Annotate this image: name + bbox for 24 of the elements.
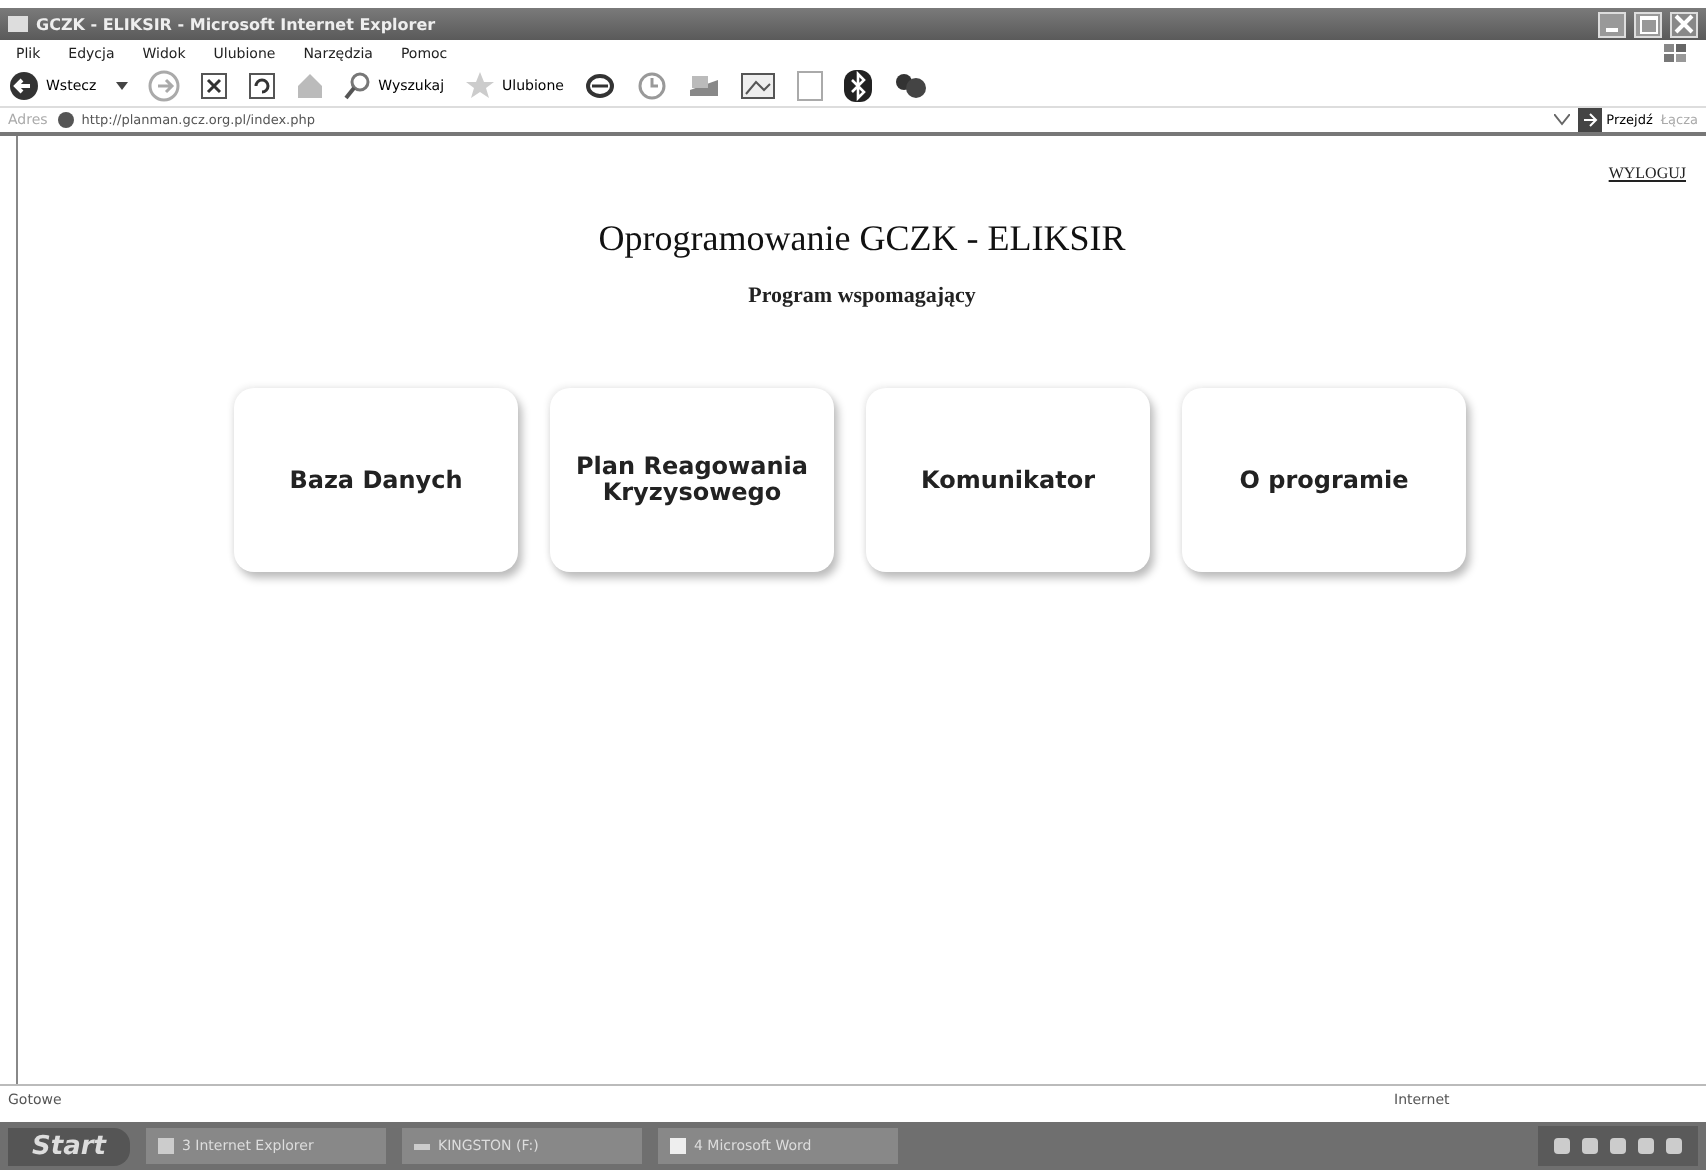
minimize-button[interactable]	[1598, 11, 1626, 37]
dropdown-caret-icon[interactable]	[1554, 114, 1571, 126]
page-subtitle: Program wspomagający	[748, 284, 976, 308]
windows-logo-icon	[1662, 41, 1690, 65]
page-title: Oprogramowanie GCZK - ELIKSIR	[598, 218, 1126, 260]
menu-tile[interactable]: Komunikator	[866, 388, 1150, 572]
messenger-icon[interactable]	[891, 70, 928, 102]
close-button[interactable]	[1670, 11, 1698, 37]
dropdown-caret-icon[interactable]	[116, 82, 129, 90]
menu-tile[interactable]: Plan Reagowania Kryzysowego	[550, 388, 834, 572]
star-icon	[464, 70, 497, 102]
logout-link[interactable]: WYLOGUJ	[1608, 164, 1686, 182]
image-icon[interactable]	[739, 72, 776, 100]
go-arrow-icon	[1578, 108, 1603, 132]
search-icon	[344, 72, 373, 100]
window-title: GCZK - ELIKSIR - Microsoft Internet Explorer	[36, 15, 436, 33]
bluetooth-icon[interactable]	[843, 70, 872, 102]
history-icon[interactable]	[635, 70, 668, 102]
stop-icon[interactable]	[200, 72, 229, 100]
refresh-icon[interactable]	[248, 72, 277, 100]
menu-tile[interactable]: Baza Danych	[234, 388, 518, 572]
menu-tile[interactable]: O programie	[1182, 388, 1466, 572]
maximize-button[interactable]	[1634, 11, 1662, 37]
start-button[interactable]: Start	[8, 1127, 130, 1165]
